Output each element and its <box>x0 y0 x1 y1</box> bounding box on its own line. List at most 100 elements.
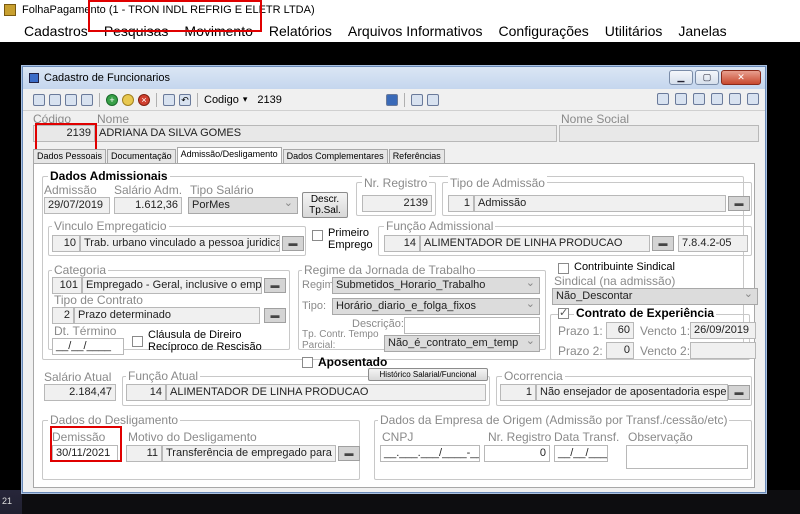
vencto2-field[interactable] <box>690 342 756 359</box>
prev-record-icon[interactable] <box>49 93 61 106</box>
first-record-icon[interactable] <box>33 93 45 106</box>
menu-utilitarios[interactable]: Utilitários <box>597 23 671 39</box>
tipo-contrato-label: Tipo de Contrato <box>54 293 143 307</box>
save-icon[interactable] <box>163 93 175 106</box>
vinculo-code[interactable]: 10 <box>52 235 80 252</box>
origem-nr-registro-field[interactable]: 0 <box>484 445 550 462</box>
funcao-admissional-code[interactable]: 14 <box>384 235 420 252</box>
undo-icon[interactable]: ↶ <box>179 93 191 106</box>
lookup-icon[interactable]: ▬ <box>282 236 304 251</box>
primeiro-emprego-checkbox[interactable] <box>312 230 323 241</box>
add-icon[interactable]: + <box>106 93 118 106</box>
observacao-field[interactable] <box>626 445 748 469</box>
ocorrencia-code[interactable]: 1 <box>500 384 536 401</box>
toolbar-codigo-label[interactable]: Codigo <box>204 94 239 106</box>
descr-tp-sal-button[interactable]: Descr. Tp.Sal. <box>302 192 348 218</box>
menu-janelas[interactable]: Janelas <box>670 23 734 39</box>
data-transf-field[interactable]: __/__/____ <box>554 445 608 462</box>
descricao-field[interactable] <box>404 317 540 334</box>
toolbar-codigo-value[interactable]: 2139 <box>257 94 281 106</box>
tp-contr-select[interactable]: Não_é_contrato_em_temp <box>384 335 540 352</box>
tipo-contrato-code[interactable]: 2 <box>52 307 74 324</box>
refresh-icon[interactable] <box>693 93 705 105</box>
lookup-icon[interactable]: ▬ <box>264 308 286 323</box>
tipo-jornada-select[interactable]: Horário_diario_e_folga_fixos <box>332 298 540 315</box>
calculator-icon[interactable] <box>385 93 398 106</box>
regime-select[interactable]: Submetidos_Horario_Trabalho <box>332 277 540 294</box>
admissao-field[interactable]: 29/07/2019 <box>44 197 110 214</box>
vencto1-field[interactable]: 26/09/2019 <box>690 322 756 339</box>
prazo2-label: Prazo 2: <box>558 344 603 358</box>
chevron-down-icon[interactable]: ▾ <box>243 94 248 105</box>
tab-documentacao[interactable]: Documentação <box>107 149 176 163</box>
experiencia-checkbox[interactable] <box>558 306 569 319</box>
funcao-atual-field[interactable]: ALIMENTADOR DE LINHA PRODUCAO <box>166 384 486 401</box>
origem-nr-registro-label: Nr. Registro <box>488 430 552 444</box>
copy-icon[interactable] <box>711 93 723 105</box>
lookup-icon[interactable]: ▬ <box>264 278 286 293</box>
tipo-admissao-field[interactable]: Admissão <box>474 195 726 212</box>
last-record-icon[interactable] <box>81 93 93 106</box>
tab-dados-pessoais[interactable]: Dados Pessoais <box>33 149 107 163</box>
aposentado-label: Aposentado <box>318 355 388 369</box>
edit-icon[interactable] <box>122 93 134 106</box>
window-icon-1[interactable] <box>657 93 669 105</box>
nome-field[interactable]: ADRIANA DA SILVA GOMES <box>95 125 557 142</box>
clausula-checkbox[interactable] <box>132 336 143 347</box>
motivo-field[interactable]: Transferência de empregado para o <box>162 445 336 462</box>
tab-referencias[interactable]: Referências <box>388 149 445 163</box>
funcao-atual-code[interactable]: 14 <box>126 384 166 401</box>
lookup-icon[interactable]: ▬ <box>338 446 360 461</box>
sindical-label: Sindical (na admissão) <box>554 274 676 288</box>
delete-icon[interactable]: × <box>138 93 150 106</box>
salario-adm-field[interactable]: 1.612,36 <box>114 197 182 214</box>
search-icon[interactable] <box>675 93 687 105</box>
vinculo-field[interactable]: Trab. urbano vinculado a pessoa juridica… <box>80 235 280 252</box>
tipo-contrato-field[interactable]: Prazo determinado <box>74 307 260 324</box>
dt-termino-field[interactable]: __/__/____ <box>52 338 124 355</box>
prazo2-field[interactable]: 0 <box>606 342 634 359</box>
menu-configuracoes[interactable]: Configurações <box>491 23 597 39</box>
lookup-icon[interactable]: ▬ <box>652 236 674 251</box>
nr-registro-field[interactable]: 2139 <box>362 195 432 212</box>
categoria-field[interactable]: Empregado - Geral, inclusive o empre <box>82 277 262 294</box>
menu-cadastros[interactable]: Cadastros <box>0 23 96 39</box>
tipo-label: Tipo: <box>302 300 327 312</box>
menu-arquivos-informativos[interactable]: Arquivos Informativos <box>340 23 491 39</box>
historico-button[interactable]: Histórico Salarial/Funcional <box>368 368 488 381</box>
lookup-icon[interactable]: ▬ <box>728 385 750 400</box>
toolbar-separator <box>197 92 198 107</box>
minimize-button[interactable]: ▁ <box>669 70 693 85</box>
tab-dados-complementares[interactable]: Dados Complementares <box>282 149 388 163</box>
motivo-code[interactable]: 11 <box>126 445 162 462</box>
cnpj-field[interactable]: __.___.___/____-__ <box>380 445 480 462</box>
window-titlebar[interactable]: Cadastro de Funcionarios ▁ ▢ ✕ <box>23 67 765 89</box>
tipo-admissao-code[interactable]: 1 <box>448 195 474 212</box>
contribuinte-sindical-checkbox[interactable] <box>558 263 569 274</box>
next-record-icon[interactable] <box>65 93 77 106</box>
categoria-code[interactable]: 101 <box>52 277 82 294</box>
clausula-label: Cláusula de Direiro Recíproco de Rescisã… <box>148 329 262 353</box>
window-icon <box>29 73 39 83</box>
sindical-select[interactable]: Não_Descontar <box>552 288 758 305</box>
exit-icon[interactable] <box>747 93 759 105</box>
maximize-button[interactable]: ▢ <box>695 70 719 85</box>
funcao-admissional-field[interactable]: ALIMENTADOR DE LINHA PRODUCAO <box>420 235 650 252</box>
nome-social-field[interactable] <box>559 125 759 142</box>
print-icon[interactable] <box>426 93 439 106</box>
tipo-salario-select[interactable]: PorMes <box>188 197 298 214</box>
menu-relatorios[interactable]: Relatórios <box>261 23 340 39</box>
tipo-salario-label: Tipo Salário <box>190 183 254 197</box>
salario-atual-field[interactable]: 2.184,47 <box>44 384 116 401</box>
lookup-icon[interactable]: ▬ <box>728 196 750 211</box>
ocorrencia-field[interactable]: Não ensejador de aposentadoria especi <box>536 384 728 401</box>
prazo1-field[interactable]: 60 <box>606 322 634 339</box>
aposentado-checkbox[interactable] <box>302 357 313 368</box>
data-transf-label: Data Transf. <box>554 430 620 444</box>
report-icon[interactable] <box>410 93 423 106</box>
close-button[interactable]: ✕ <box>721 70 761 85</box>
observacao-label: Observação <box>628 430 693 444</box>
info-icon[interactable] <box>729 93 741 105</box>
tab-admissao-desligamento[interactable]: Admissão/Desligamento <box>176 147 282 163</box>
cbo-field[interactable]: 7.8.4.2-05 <box>678 235 748 252</box>
